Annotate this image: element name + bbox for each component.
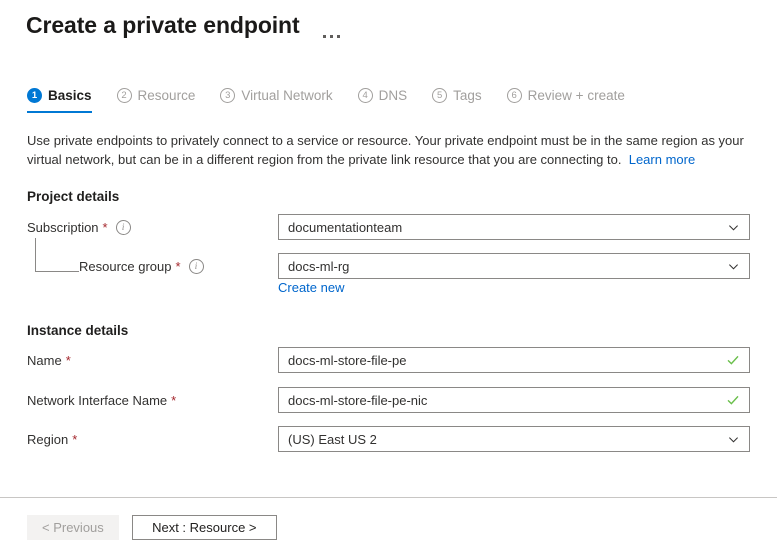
tab-label: Resource [137,88,196,103]
name-value: docs-ml-store-file-pe [288,352,407,368]
ellipsis-dot [322,34,326,38]
label-text: Network Interface Name [27,393,168,408]
info-icon[interactable]: i [188,259,204,274]
tab-review-create[interactable]: 6 Review + create [506,88,625,113]
previous-button[interactable]: < Previous [27,515,119,540]
instance-details-heading: Instance details [27,323,129,338]
tab-virtual-network[interactable]: 3 Virtual Network [220,88,333,113]
required-asterisk: * [65,353,71,368]
tab-label: DNS [378,88,408,103]
required-asterisk: * [171,393,177,408]
network-interface-name-label: Network Interface Name * [27,393,176,408]
footer-divider [0,497,777,498]
network-interface-name-input[interactable]: docs-ml-store-file-pe-nic [278,387,750,413]
tab-label: Virtual Network [241,88,333,103]
resource-group-label: Resource group * i [79,259,204,274]
wizard-steps: 1 Basics 2 Resource 3 Virtual Network 4 … [27,88,625,113]
label-text: Resource group [79,259,172,274]
resource-group-dropdown[interactable]: docs-ml-rg [278,253,750,279]
region-value: (US) East US 2 [288,431,377,447]
label-text: Name [27,353,62,368]
step-number-badge: 1 [27,88,42,103]
chevron-down-icon [728,222,739,233]
region-dropdown[interactable]: (US) East US 2 [278,426,750,452]
resource-group-tree-connector [35,238,79,272]
label-text: Subscription [27,220,99,235]
subscription-dropdown[interactable]: documentationteam [278,214,750,240]
footer-actions: < Previous Next : Resource > [27,515,277,540]
name-label: Name * [27,353,71,368]
chevron-down-icon [728,434,739,445]
label-text: Region [27,432,69,447]
chevron-down-icon [728,261,739,272]
valid-check-icon [726,393,740,407]
step-number-badge: 4 [357,88,373,103]
resource-group-value: docs-ml-rg [288,258,350,274]
tab-label: Review + create [527,88,625,103]
required-asterisk: * [72,432,78,447]
subscription-value: documentationteam [288,219,403,235]
network-interface-name-value: docs-ml-store-file-pe-nic [288,392,428,408]
region-label: Region * [27,432,77,447]
ellipsis-dot [329,34,333,38]
name-input[interactable]: docs-ml-store-file-pe [278,347,750,373]
tab-resource[interactable]: 2 Resource [116,88,196,113]
required-asterisk: * [175,259,181,274]
learn-more-link[interactable]: Learn more [629,152,695,167]
step-number-badge: 3 [220,88,236,103]
tab-basics[interactable]: 1 Basics [27,88,92,113]
tab-dns[interactable]: 4 DNS [357,88,408,113]
tab-tags[interactable]: 5 Tags [432,88,482,113]
subscription-label: Subscription * i [27,220,131,235]
step-number-badge: 2 [116,88,132,103]
next-resource-button[interactable]: Next : Resource > [131,515,277,540]
more-options-icon[interactable] [320,14,343,38]
project-details-heading: Project details [27,189,120,204]
ellipsis-dot [336,34,340,38]
page-header: Create a private endpoint [26,12,343,39]
info-icon[interactable]: i [115,220,131,235]
tab-label: Tags [453,88,482,103]
step-number-badge: 5 [432,88,448,103]
wizard-description: Use private endpoints to privately conne… [27,131,752,169]
step-number-badge: 6 [506,88,522,103]
create-new-resource-group-link[interactable]: Create new [278,280,344,295]
valid-check-icon [726,353,740,367]
required-asterisk: * [102,220,108,235]
tab-label: Basics [48,88,92,103]
page-title: Create a private endpoint [26,12,300,38]
